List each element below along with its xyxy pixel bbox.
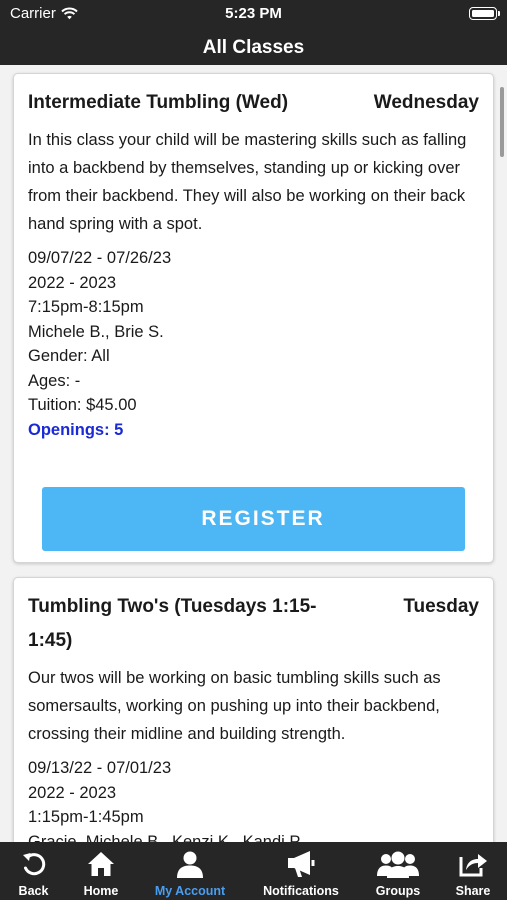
status-bar: Carrier 5:23 PM [0,0,507,28]
tab-label: Groups [375,884,421,898]
class-time: 7:15pm-8:15pm [28,298,144,316]
user-icon [176,849,204,879]
share-icon [458,849,488,879]
battery-icon [469,7,500,20]
scrollbar[interactable] [500,87,504,157]
group-icon [377,849,419,879]
tab-label: Back [18,884,49,898]
tab-back[interactable]: Back [0,842,67,900]
class-openings: Openings: 5 [28,420,124,439]
class-instructors: Michele B., Brie S. [28,322,164,341]
back-arrow-icon [20,849,48,879]
class-card: Intermediate Tumbling (Wed) Wednesday In… [13,73,494,563]
class-description: In this class your child will be masteri… [28,131,467,233]
class-card: Tumbling Two's (Tuesdays 1:15-1:45) Tues… [13,577,494,842]
class-season: 2022 - 2023 [28,273,117,292]
class-time: 1:15pm-1:45pm [28,808,144,826]
megaphone-icon [286,849,316,879]
class-list[interactable]: Intermediate Tumbling (Wed) Wednesday In… [0,65,507,842]
tab-bar: Back Home My Account Notifications Group… [0,842,507,900]
tab-home[interactable]: Home [67,842,135,900]
class-gender: Gender: All [28,347,110,365]
page-title: All Classes [202,37,305,58]
class-dates: 09/13/22 - 07/01/23 [28,759,172,777]
tab-notifications[interactable]: Notifications [245,842,357,900]
navigation-bar: All Classes [0,28,507,65]
class-description: Our twos will be working on basic tumbli… [28,669,441,743]
class-day: Tuesday [403,596,479,617]
tab-label: Share [455,884,491,898]
tab-label: My Account [154,884,226,898]
class-ages: Ages: - [28,371,81,390]
tab-label: Home [83,884,119,898]
clock: 5:23 PM [225,5,282,22]
tab-share[interactable]: Share [439,842,507,900]
register-button[interactable]: REGISTER [42,487,465,551]
home-icon [87,849,115,879]
tab-label: Notifications [263,884,339,898]
tab-groups[interactable]: Groups [357,842,439,900]
class-day: Wednesday [373,92,479,113]
class-tuition: Tuition: $45.00 [28,396,137,414]
class-season: 2022 - 2023 [28,783,117,802]
class-instructors: Gracie, Michele B., Kenzi K., Kandi P. [28,832,303,843]
class-dates: 09/07/22 - 07/26/23 [28,249,172,267]
tab-my-account[interactable]: My Account [135,842,245,900]
